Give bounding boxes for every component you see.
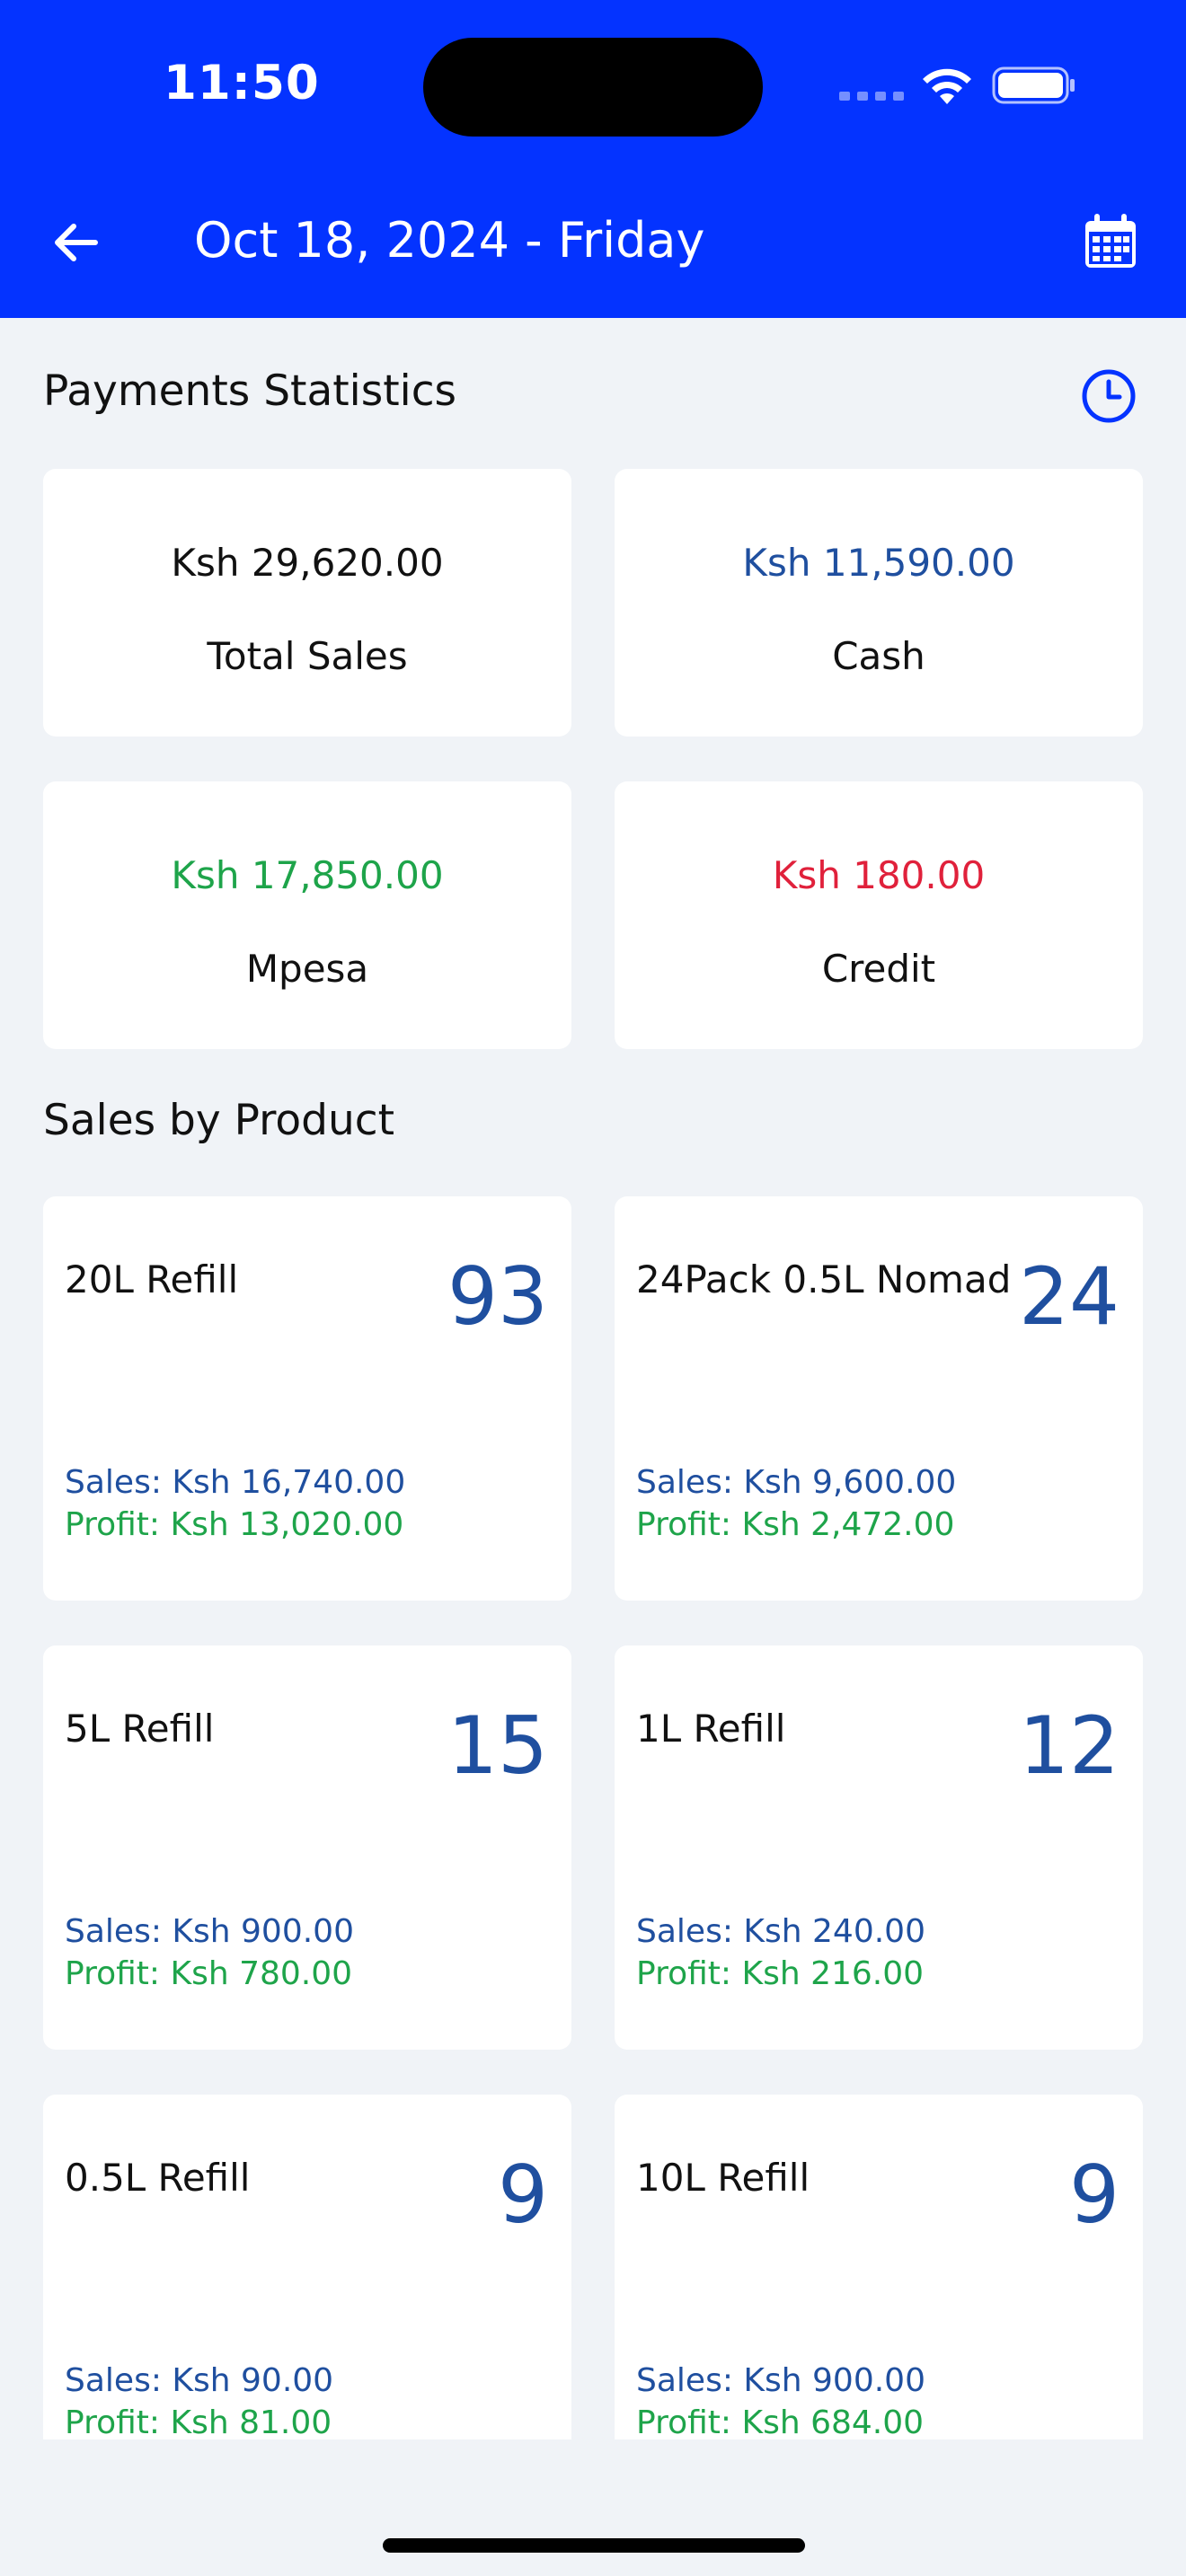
product-count: 93 bbox=[447, 1250, 548, 1343]
product-sales: Sales: Ksh 900.00 bbox=[636, 2362, 925, 2399]
stat-value: Ksh 11,590.00 bbox=[742, 541, 1015, 585]
wifi-icon bbox=[923, 68, 971, 104]
product-sales: Sales: Ksh 240.00 bbox=[636, 1913, 925, 1950]
mpesa-card: Ksh 17,850.00 Mpesa bbox=[43, 781, 571, 1049]
product-profit: Profit: Ksh 13,020.00 bbox=[65, 1506, 404, 1543]
product-name: 0.5L Refill bbox=[65, 2156, 251, 2200]
product-profit: Profit: Ksh 684.00 bbox=[636, 2404, 925, 2441]
product-profit: Profit: Ksh 2,472.00 bbox=[636, 1506, 955, 1543]
product-card[interactable]: 10L Refill 9 Sales: Ksh 900.00 Profit: K… bbox=[615, 2095, 1143, 2499]
product-card[interactable]: 0.5L Refill 9 Sales: Ksh 90.00 Profit: K… bbox=[43, 2095, 571, 2499]
cellular-signal-icon bbox=[839, 92, 904, 101]
product-profit: Profit: Ksh 780.00 bbox=[65, 1955, 353, 1992]
product-sales: Sales: Ksh 900.00 bbox=[65, 1913, 354, 1950]
product-count: 15 bbox=[447, 1699, 548, 1792]
product-name: 24Pack 0.5L Nomad bbox=[636, 1257, 1012, 1301]
stat-value: Ksh 180.00 bbox=[772, 853, 986, 897]
product-sales: Sales: Ksh 90.00 bbox=[65, 2362, 334, 2399]
product-count: 9 bbox=[1069, 2148, 1120, 2241]
app-header: 11:50 Oct 18, 2024 - Friday bbox=[0, 0, 1186, 318]
product-count: 9 bbox=[498, 2148, 548, 2241]
stat-value: Ksh 29,620.00 bbox=[171, 541, 444, 585]
stat-value: Ksh 17,850.00 bbox=[171, 853, 444, 897]
total-sales-card: Ksh 29,620.00 Total Sales bbox=[43, 469, 571, 737]
products-section-title: Sales by Product bbox=[43, 1096, 395, 1145]
credit-card: Ksh 180.00 Credit bbox=[615, 781, 1143, 1049]
product-card[interactable]: 5L Refill 15 Sales: Ksh 900.00 Profit: K… bbox=[43, 1645, 571, 2050]
stat-label: Total Sales bbox=[207, 634, 408, 678]
product-name: 10L Refill bbox=[636, 2156, 810, 2200]
stat-label: Mpesa bbox=[245, 947, 369, 991]
product-count: 24 bbox=[1019, 1250, 1120, 1343]
calendar-icon[interactable] bbox=[1080, 212, 1141, 273]
battery-icon bbox=[992, 66, 1075, 104]
status-time: 11:50 bbox=[164, 56, 320, 110]
bottom-safe-area bbox=[0, 2439, 1186, 2576]
clock-icon[interactable] bbox=[1081, 368, 1137, 424]
product-name: 20L Refill bbox=[65, 1257, 239, 1301]
product-card[interactable]: 20L Refill 93 Sales: Ksh 16,740.00 Profi… bbox=[43, 1196, 571, 1601]
product-sales: Sales: Ksh 16,740.00 bbox=[65, 1464, 406, 1501]
page-title: Oct 18, 2024 - Friday bbox=[194, 212, 705, 269]
cash-card: Ksh 11,590.00 Cash bbox=[615, 469, 1143, 737]
back-arrow-icon[interactable] bbox=[47, 214, 104, 271]
stat-label: Credit bbox=[821, 947, 936, 991]
product-sales: Sales: Ksh 9,600.00 bbox=[636, 1464, 957, 1501]
stat-label: Cash bbox=[832, 634, 925, 678]
product-card[interactable]: 24Pack 0.5L Nomad 24 Sales: Ksh 9,600.00… bbox=[615, 1196, 1143, 1601]
payments-section-title: Payments Statistics bbox=[43, 366, 457, 416]
screen: 11:50 Oct 18, 2024 - Friday Payments Sta… bbox=[0, 0, 1186, 2576]
product-profit: Profit: Ksh 81.00 bbox=[65, 2404, 332, 2441]
product-name: 1L Refill bbox=[636, 1707, 786, 1751]
product-count: 12 bbox=[1019, 1699, 1120, 1792]
dynamic-island bbox=[423, 38, 763, 137]
home-indicator[interactable] bbox=[383, 2538, 805, 2553]
product-profit: Profit: Ksh 216.00 bbox=[636, 1955, 925, 1992]
product-card[interactable]: 1L Refill 12 Sales: Ksh 240.00 Profit: K… bbox=[615, 1645, 1143, 2050]
product-name: 5L Refill bbox=[65, 1707, 215, 1751]
